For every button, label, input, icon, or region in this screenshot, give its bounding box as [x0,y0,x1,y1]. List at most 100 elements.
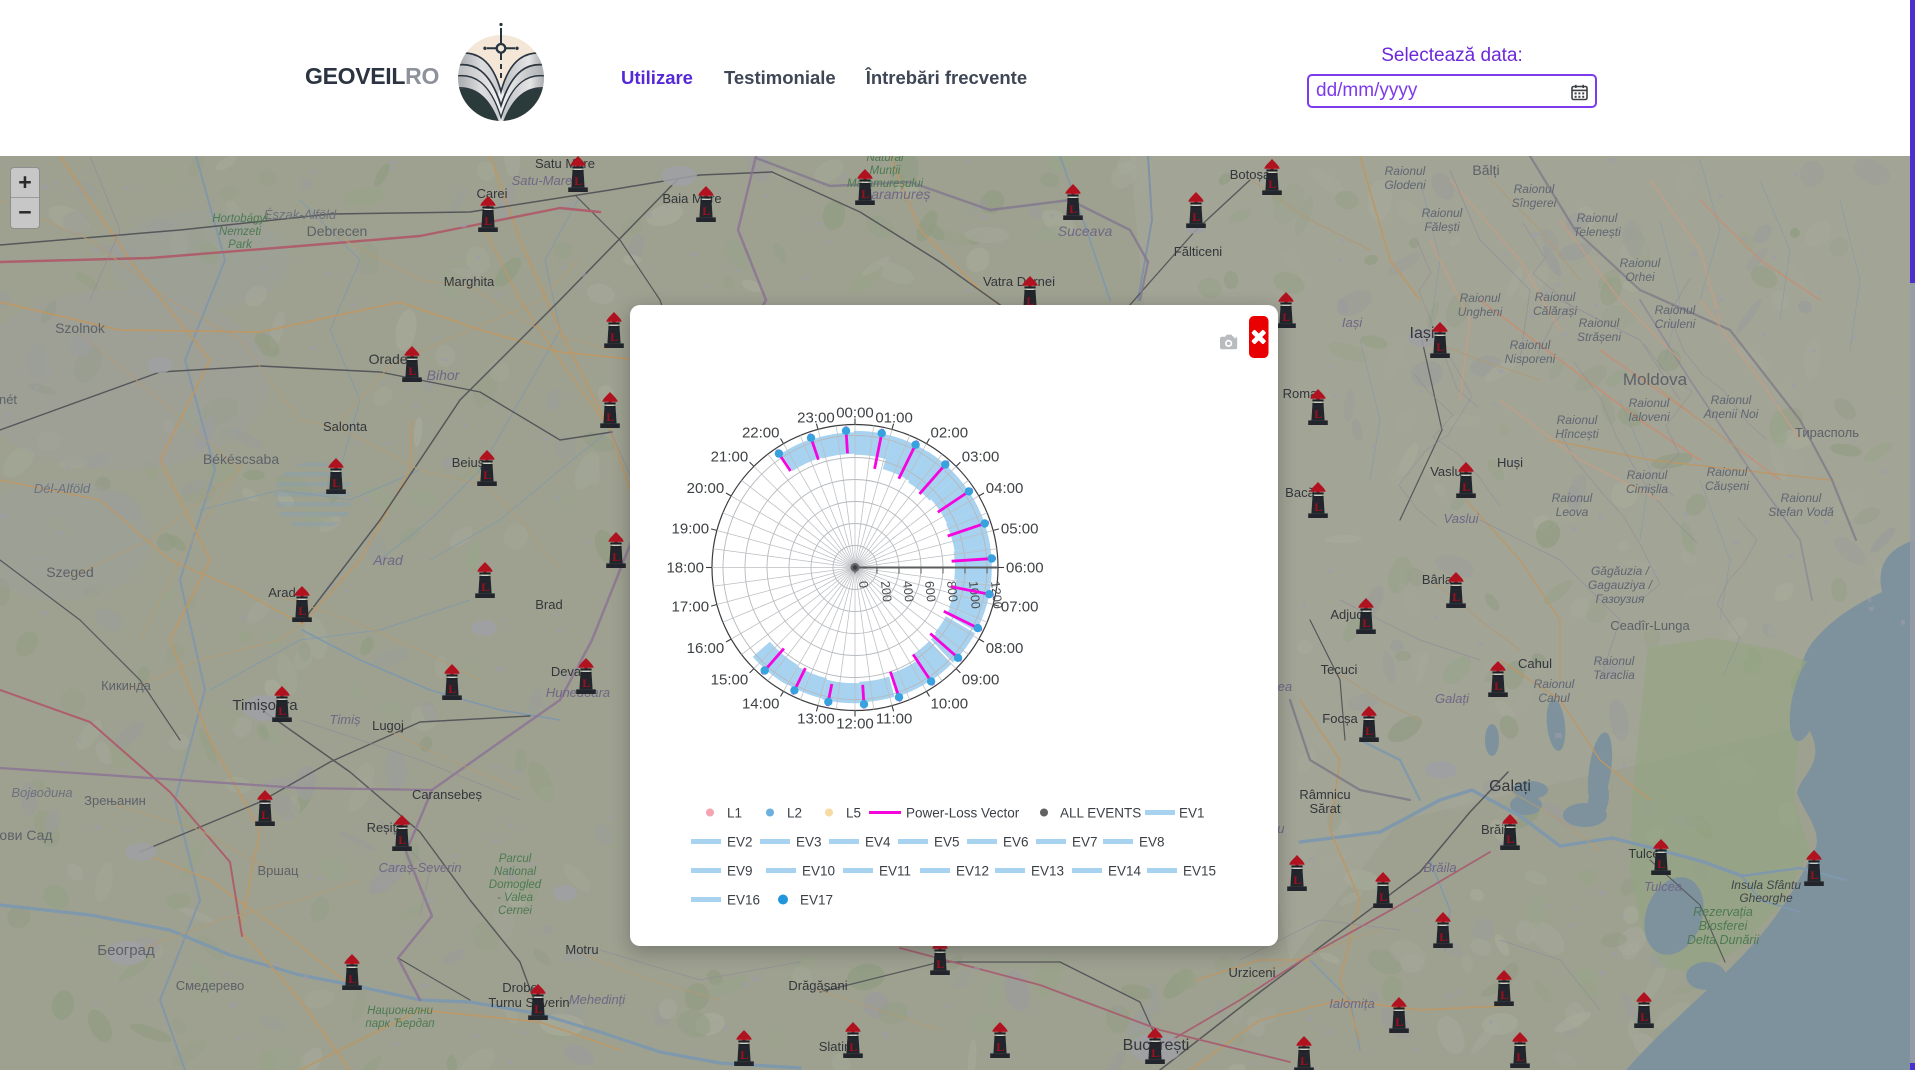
svg-text:Gheorghe: Gheorghe [1739,891,1793,905]
svg-text:Ialoveni: Ialoveni [1628,410,1670,424]
svg-text:Anenii Noi: Anenii Noi [1703,407,1759,421]
svg-text:Timiș: Timiș [330,712,361,727]
svg-text:Caransebeș: Caransebeș [412,787,483,802]
svg-text:Insula Sfântu: Insula Sfântu [1731,878,1801,892]
svg-text:Carei: Carei [476,186,507,201]
svg-text:L: L [1268,177,1276,191]
svg-text:13:00: 13:00 [797,710,835,727]
svg-text:Газоузия: Газоузия [1596,592,1646,606]
svg-text:Raionul: Raionul [1629,396,1670,410]
svg-text:Szolnok: Szolnok [55,320,106,336]
svg-text:Raionul: Raionul [1385,164,1426,178]
svg-text:Satu Mare: Satu Mare [535,156,595,171]
svg-text:Raionul: Raionul [1535,290,1576,304]
svg-text:Sărat: Sărat [1309,801,1340,816]
svg-text:Szeged: Szeged [46,564,93,580]
svg-text:Raionul: Raionul [1422,206,1463,220]
svg-text:Fălticeni: Fălticeni [1174,244,1223,259]
svg-text:Raionul: Raionul [1579,316,1620,330]
svg-text:EV5: EV5 [934,834,960,849]
svg-text:L: L [849,1040,857,1054]
svg-text:Bârla: Bârla [1422,572,1453,587]
svg-text:18:00: 18:00 [666,560,704,577]
svg-text:09:00: 09:00 [962,671,1000,688]
svg-text:L: L [1516,1050,1524,1064]
svg-text:Timișoara: Timișoara [232,697,298,714]
svg-text:Drăgășani: Drăgășani [788,978,847,993]
svg-text:Београд: Београд [97,942,155,959]
svg-text:L: L [1293,873,1301,887]
svg-text:07:00: 07:00 [1001,599,1039,616]
svg-text:21:00: 21:00 [711,449,749,466]
svg-text:Dél-Alföld: Dél-Alföld [34,481,91,496]
svg-text:Iași: Iași [1342,315,1363,330]
svg-text:L: L [996,1040,1004,1054]
svg-text:200: 200 [878,580,894,602]
svg-text:Motru: Motru [565,942,598,957]
svg-text:Raionul: Raionul [1514,182,1555,196]
svg-text:Satu-Mare: Satu-Mare [512,173,573,188]
svg-text:Iași: Iași [1410,325,1435,342]
svg-text:Bălți: Bălți [1472,162,1499,178]
svg-text:Biosferei: Biosferei [1699,919,1749,933]
svg-text:15:00: 15:00 [711,671,749,688]
svg-text:Adjud: Adjud [1330,607,1363,622]
svg-text:Brăila: Brăila [1423,860,1456,875]
svg-text:L2: L2 [787,805,802,820]
svg-text:L: L [1462,480,1470,494]
svg-text:nét: nét [0,392,17,407]
svg-text:Nemzeti: Nemzeti [219,226,262,238]
svg-text:Fălești: Fălești [1424,220,1460,234]
svg-text:L: L [332,476,340,490]
svg-text:L: L [1810,868,1818,882]
svg-text:11:00: 11:00 [876,710,912,727]
svg-text:EV13: EV13 [1031,863,1064,878]
svg-text:Moldova: Moldova [1623,370,1688,389]
svg-text:1000: 1000 [966,580,983,609]
svg-text:Raionul: Raionul [1711,393,1752,407]
svg-text:ови Сад: ови Сад [0,827,53,843]
svg-text:Mehedinți: Mehedinți [569,992,626,1007]
svg-text:Suceava: Suceava [1058,223,1113,239]
svg-text:L: L [1365,724,1373,738]
svg-text:L: L [298,604,306,618]
svg-text:Focșa: Focșa [1322,711,1358,726]
svg-text:L: L [610,330,618,344]
svg-text:Botoșa: Botoșa [1230,167,1271,182]
svg-text:L: L [1300,1054,1308,1068]
svg-text:Taraclia: Taraclia [1593,668,1635,682]
svg-text:EV14: EV14 [1108,863,1142,878]
svg-text:EV7: EV7 [1072,834,1098,849]
svg-text:L: L [261,808,269,822]
svg-text:Békéscsaba: Békéscsaba [203,451,279,467]
svg-text:Stefan Vodă: Stefan Vodă [1768,505,1834,519]
svg-text:L: L [1362,616,1370,630]
svg-text:L: L [278,704,286,718]
svg-text:Tecuci: Tecuci [1321,662,1358,677]
svg-text:L: L [861,187,869,201]
svg-text:Domogled: Domogled [489,879,542,891]
svg-text:L: L [740,1048,748,1062]
svg-text:Găgăuzia /: Găgăuzia / [1591,564,1651,578]
svg-text:Gagauziya /: Gagauziya / [1588,578,1654,592]
svg-text:Cernei: Cernei [498,905,532,917]
svg-text:Raionul: Raionul [1534,677,1575,691]
svg-text:Brad: Brad [535,597,562,612]
svg-text:12:00: 12:00 [836,716,874,733]
svg-text:800: 800 [944,580,960,602]
svg-text:Hîncești: Hîncești [1555,427,1599,441]
svg-text:06:00: 06:00 [1006,560,1044,577]
svg-text:Hortobágyi: Hortobágyi [212,213,268,225]
svg-text:Raionul: Raionul [1460,291,1501,305]
svg-text:Râmnicu: Râmnicu [1299,787,1350,802]
svg-text:L: L [1657,857,1665,871]
svg-text:600: 600 [922,580,938,602]
svg-text:- Valea: - Valea [497,892,533,904]
svg-text:Baia Mare: Baia Mare [662,191,721,206]
svg-text:Deva: Deva [551,664,582,679]
svg-text:L: L [1282,310,1290,324]
svg-text:L: L [484,214,492,228]
svg-text:L: L [936,957,944,971]
svg-text:Galați: Galați [1435,691,1470,706]
svg-text:L: L [582,676,590,690]
